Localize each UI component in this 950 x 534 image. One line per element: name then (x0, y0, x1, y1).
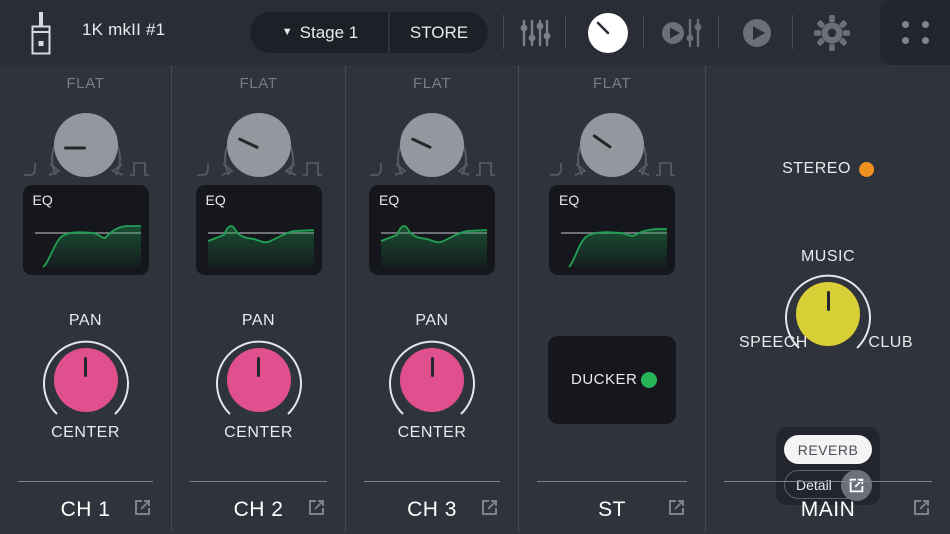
mixer-device-icon (24, 10, 58, 56)
channel-name-label: MAIN (800, 498, 856, 521)
eq-knob-label: FLAT (239, 75, 278, 92)
eq-knob-st[interactable] (580, 113, 644, 177)
eq-knob-label: FLAT (593, 75, 631, 92)
eq-knob-group (548, 91, 676, 195)
mode-knob-group: MUSIC SPEECH CLUB (733, 248, 923, 352)
grid-dots-glyph (901, 21, 929, 44)
eq-card-label: EQ (32, 192, 53, 208)
channel-name-label: CH 1 (60, 498, 111, 521)
channel-name-label: CH 3 (407, 498, 457, 521)
pan-knob-ch2[interactable] (226, 348, 291, 412)
channel-strip-st: FLAT EQ DUCKER ST (519, 65, 705, 534)
eq-knob-label: FLAT (66, 75, 105, 92)
footer-rule (364, 481, 500, 482)
ducker-button[interactable]: DUCKER (548, 336, 676, 424)
toolbar-divider (718, 15, 719, 49)
stereo-indicator-group[interactable]: STEREO (782, 160, 874, 178)
footer-st[interactable]: ST (519, 490, 705, 530)
knob-icon[interactable] (584, 9, 632, 57)
external-link-icon[interactable] (666, 497, 687, 523)
play-icon[interactable] (733, 9, 781, 57)
pan-value: CENTER (51, 424, 120, 441)
ch3-eq-curve (380, 225, 488, 267)
footer-rule (18, 481, 153, 482)
main-strip: STEREO MUSIC SPEECH CLUB REVERB Detail M… (706, 65, 950, 534)
preset-select-button[interactable]: ▼ Stage 1 (250, 12, 388, 53)
external-link-icon[interactable] (911, 497, 932, 523)
channel-strip-ch3: FLAT EQ PAN CENTER CH 3 (346, 65, 518, 534)
pan-knob-ch1[interactable] (53, 348, 118, 412)
eq-knob-group (195, 91, 323, 195)
eq-card-label: EQ (559, 192, 580, 208)
footer-rule (724, 481, 932, 482)
ch1-eq-curve (34, 225, 141, 268)
st-eq-curve (561, 228, 667, 268)
toolbar-divider (643, 15, 644, 49)
chevron-down-icon: ▼ (281, 25, 293, 38)
eq-card-st[interactable]: EQ (549, 185, 675, 275)
pan-label: PAN (415, 312, 449, 329)
pan-value: CENTER (397, 424, 467, 441)
mixer-app: 1K mkII #1 ▼ Stage 1 STORE FLAT EQ PAN C… (0, 0, 950, 534)
footer-rule (190, 481, 327, 482)
pan-group-ch3: PAN CENTER (362, 312, 502, 442)
faders-icon[interactable] (511, 9, 559, 57)
preset-name-label: Stage 1 (299, 22, 359, 42)
external-link-icon[interactable] (132, 497, 153, 523)
eq-card-label: EQ (379, 192, 400, 208)
channel-strip-ch2: FLAT EQ PAN CENTER CH 2 (172, 65, 345, 534)
ducker-led-indicator (641, 372, 657, 388)
footer-ch1[interactable]: CH 1 (0, 490, 171, 530)
toolbar-divider (503, 15, 504, 49)
external-link-icon[interactable] (306, 497, 327, 523)
preset-group: ▼ Stage 1 STORE (250, 12, 488, 53)
device-name: 1K mkII #1 (82, 20, 166, 39)
stereo-led-indicator (858, 161, 874, 177)
pan-label: PAN (68, 312, 103, 329)
grid-dots-icon[interactable] (880, 0, 950, 65)
footer-ch3[interactable]: CH 3 (346, 490, 518, 530)
eq-knob-group (22, 91, 150, 195)
pan-label: PAN (241, 312, 276, 329)
footer-ch2[interactable]: CH 2 (172, 490, 345, 530)
eq-card-ch2[interactable]: EQ (195, 185, 322, 275)
mode-option-speech: SPEECH (739, 334, 808, 351)
toolbar-divider (565, 15, 566, 49)
mode-option-music: MUSIC (800, 248, 856, 265)
gear-icon[interactable] (808, 9, 856, 57)
channel-name-label: ST (598, 498, 626, 521)
eq-card-label: EQ (205, 192, 226, 208)
mode-option-club: CLUB (868, 334, 913, 351)
eq-card-ch1[interactable]: EQ (22, 185, 149, 275)
channel-name-label: CH 2 (233, 498, 284, 521)
channel-strip-ch1: FLAT EQ PAN CENTER CH 1 (0, 65, 171, 534)
pan-value: CENTER (224, 424, 293, 441)
pan-group-ch2: PAN CENTER (189, 312, 329, 442)
eq-knob-ch3[interactable] (400, 113, 464, 177)
footer-main[interactable]: MAIN (706, 490, 950, 530)
app-header: 1K mkII #1 ▼ Stage 1 STORE (0, 0, 950, 65)
eq-card-ch3[interactable]: EQ (369, 185, 495, 275)
reverb-button[interactable]: REVERB (784, 435, 872, 464)
eq-knob-ch2[interactable] (226, 113, 291, 177)
eq-knob-ch1[interactable] (53, 113, 118, 177)
eq-knob-label: FLAT (413, 75, 451, 92)
ducker-label: DUCKER (571, 371, 638, 388)
footer-rule (537, 481, 687, 482)
eq-knob-group (368, 91, 496, 195)
external-link-icon[interactable] (479, 497, 500, 523)
pan-group-ch1: PAN CENTER (16, 312, 156, 442)
store-button[interactable]: STORE (390, 12, 488, 53)
ch2-eq-curve (207, 225, 314, 267)
player-faders-icon[interactable] (660, 9, 708, 57)
toolbar-divider (792, 15, 793, 49)
stereo-label: STEREO (782, 160, 851, 177)
pan-knob-ch3[interactable] (400, 348, 464, 412)
